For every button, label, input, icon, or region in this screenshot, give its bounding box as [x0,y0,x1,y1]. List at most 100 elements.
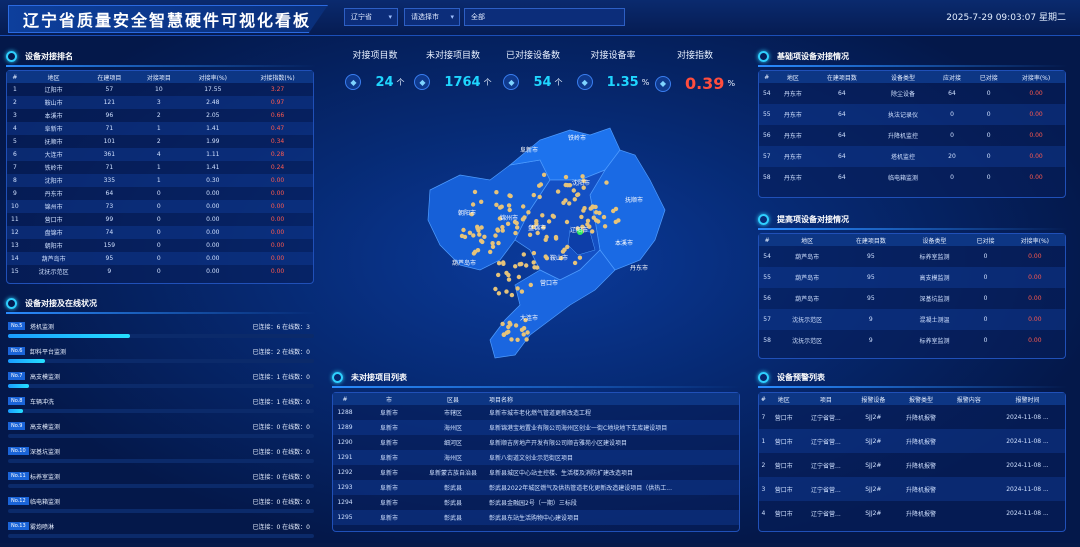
project-marker[interactable] [531,260,536,265]
table-row[interactable]: 7 营口市 辽宁省营... SJJ2# 升降机报警 2024-11-08 ... [759,405,1065,429]
project-marker[interactable] [580,174,585,179]
table-row[interactable]: 2 营口市 辽宁省营... SJJ2# 升降机报警 2024-11-08 ... [759,453,1065,477]
project-marker[interactable] [524,337,529,342]
project-marker[interactable] [513,323,519,328]
project-marker[interactable] [496,261,502,266]
project-marker[interactable] [594,210,599,215]
device-status-item[interactable]: No.13 雾炮喷淋 已连接：0 在线数：0 [8,522,318,547]
project-marker[interactable] [590,229,595,234]
project-marker[interactable] [604,180,609,185]
project-marker[interactable] [508,193,513,199]
project-marker[interactable] [524,263,529,268]
table-row[interactable]: 11 营口市 99 0 0.00 0.00 [7,213,313,226]
project-marker[interactable] [541,172,547,177]
table-row[interactable]: 1290 阜新市 细河区 阜新顺吉房地产开发有限公司顺吉雅苑小区建设项目 [333,435,739,450]
project-marker[interactable] [505,221,511,226]
device-status-item[interactable]: No.10 深基坑监测 已连接：0 在线数：0 [8,447,318,472]
project-marker[interactable] [515,225,520,230]
device-status-item[interactable]: No.5 塔机监测 已连接：6 在线数：3 [8,322,318,347]
project-marker[interactable] [521,204,526,209]
table-row[interactable]: 4 阜新市 71 1 1.41 0.47 [7,122,313,135]
table-row[interactable]: 56 葫芦岛市 95 深基坑监测 0 0.00 [759,288,1065,309]
project-marker[interactable] [581,208,586,213]
table-row[interactable]: 55 葫芦岛市 95 高支模监测 0 0.00 [759,267,1065,288]
project-marker[interactable] [495,228,501,233]
project-marker[interactable] [561,200,566,205]
project-marker[interactable] [567,201,572,206]
project-marker[interactable] [517,262,522,267]
project-marker[interactable] [490,241,495,246]
table-row[interactable]: 54 丹东市 64 除尘设备 64 0 0.00 [759,83,1065,104]
project-marker[interactable] [494,190,499,195]
table-row[interactable]: 1295 阜新市 彰武县 彰武县东站生活购物中心建设项目 [333,510,739,525]
project-marker[interactable] [493,233,498,238]
table-row[interactable]: 1291 阜新市 海州区 阜新八街道文创业示范街区项目 [333,450,739,465]
table-row[interactable]: 5 抚顺市 101 2 1.99 0.34 [7,135,313,148]
table-row[interactable]: 1293 阜新市 彰武县 彰武县2022年城区燃气及供热管道老化更新改造建设项目（供热… [333,480,739,495]
project-marker[interactable] [593,204,598,210]
project-marker[interactable] [577,255,583,260]
province-select[interactable]: 辽宁省 ▾ [344,8,398,26]
project-marker[interactable] [507,320,512,325]
project-marker[interactable] [476,228,481,233]
project-marker[interactable] [553,236,559,241]
project-marker[interactable] [572,197,577,202]
project-marker[interactable] [500,228,505,233]
table-row[interactable]: 57 丹东市 64 塔机监控 20 0 0.00 [759,146,1065,167]
project-marker[interactable] [538,182,544,187]
table-row[interactable]: 3 营口市 辽宁省营... SJJ2# 升降机报警 2024-11-08 ... [759,477,1065,501]
project-marker[interactable] [601,214,607,220]
project-marker[interactable] [477,232,482,237]
table-row[interactable]: 1292 阜新市 阜新蒙古族自治县 阜新县城区中心站主控楼、生活楼及消防扩建改造项目 [333,465,739,480]
project-marker[interactable] [513,230,518,236]
project-marker[interactable] [565,183,570,188]
table-row[interactable]: 7 铁岭市 71 1 1.41 0.24 [7,161,313,174]
project-marker[interactable] [540,213,545,218]
device-status-item[interactable]: No.12 临电箱监测 已连接：0 在线数：0 [8,497,318,522]
project-marker[interactable] [531,250,537,256]
project-marker[interactable] [496,240,501,246]
project-marker[interactable] [544,256,550,261]
project-marker[interactable] [527,232,533,237]
table-row[interactable]: 1 营口市 辽宁省营... SJJ2# 升降机报警 2024-11-08 ... [759,429,1065,453]
project-marker[interactable] [531,192,536,198]
project-marker[interactable] [506,329,511,334]
project-marker[interactable] [461,227,466,233]
project-marker[interactable] [613,219,618,225]
table-row[interactable]: 1288 阜新市 市辖区 阜新市城市老化燃气管道更新改造工程 [333,405,739,420]
device-status-item[interactable]: No.8 车辆冲洗 已连接：1 在线数：0 [8,397,318,422]
project-marker[interactable] [521,252,526,257]
table-row[interactable]: 15 沈抚示范区 9 0 0.00 0.00 [7,265,313,278]
project-marker[interactable] [513,264,518,269]
project-marker[interactable] [488,249,493,255]
project-marker[interactable] [472,189,478,195]
project-marker[interactable] [525,330,530,335]
project-marker[interactable] [563,174,569,180]
project-marker[interactable] [602,224,608,229]
project-marker[interactable] [528,282,533,288]
table-row[interactable]: 54 葫芦岛市 95 标养室监测 0 0.00 [759,246,1065,267]
table-row[interactable]: 13 朝阳市 159 0 0.00 0.00 [7,239,313,252]
project-marker[interactable] [526,210,531,215]
project-marker[interactable] [493,286,498,292]
project-marker[interactable] [555,189,561,194]
table-row[interactable]: 8 沈阳市 335 1 0.30 0.00 [7,174,313,187]
project-marker[interactable] [496,291,502,296]
project-marker[interactable] [479,199,484,204]
table-row[interactable]: 14 葫芦岛市 95 0 0.00 0.00 [7,252,313,265]
project-marker[interactable] [509,337,514,342]
project-marker[interactable] [496,272,501,278]
project-marker[interactable] [562,247,567,252]
project-marker[interactable] [519,289,525,294]
project-marker[interactable] [467,230,473,235]
project-marker[interactable] [537,194,542,200]
project-marker[interactable] [509,292,515,298]
project-marker[interactable] [596,219,601,224]
project-marker[interactable] [501,332,507,337]
project-marker[interactable] [515,286,520,291]
project-marker[interactable] [459,233,465,239]
table-row[interactable]: 6 大连市 361 4 1.11 0.28 [7,148,313,161]
project-marker[interactable] [544,234,549,240]
table-row[interactable]: 1294 阜新市 彰武县 彰武县金融园2号（一期）三标段 [333,495,739,510]
project-marker[interactable] [564,219,570,225]
